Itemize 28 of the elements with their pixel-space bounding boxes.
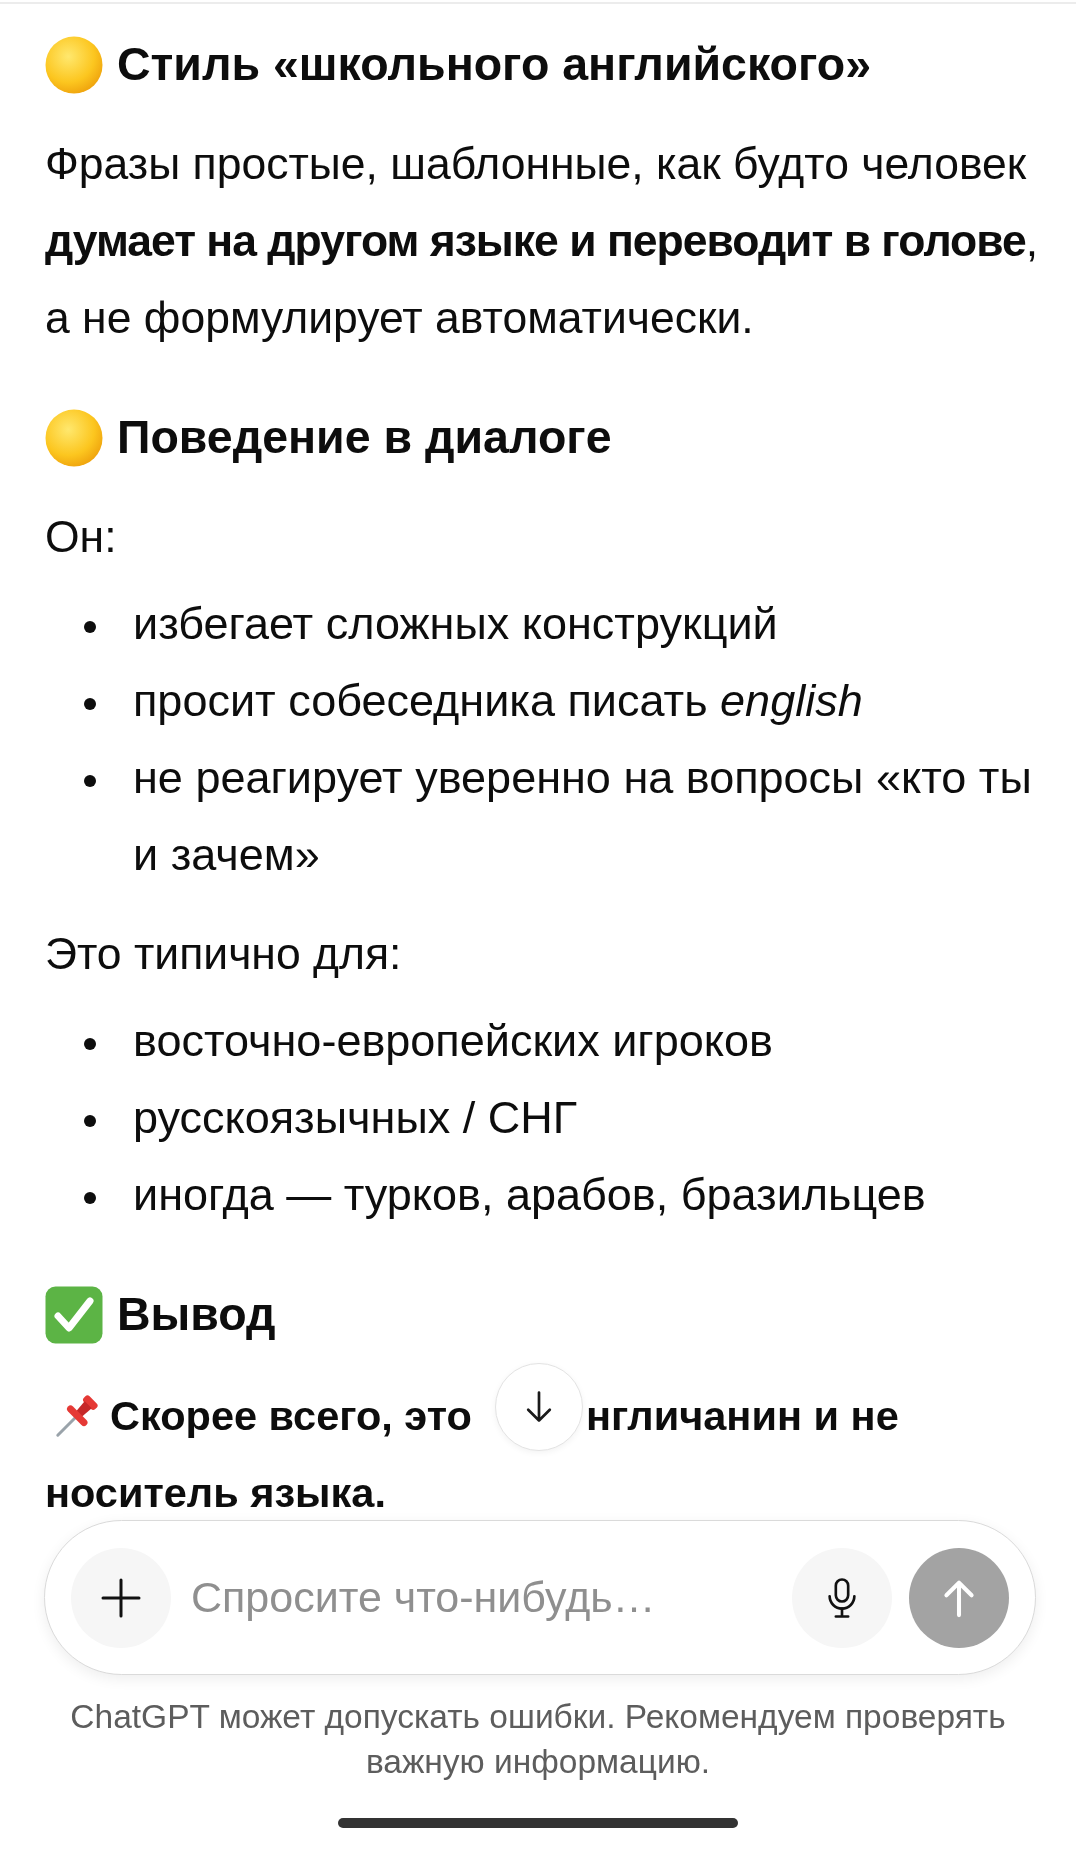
list-item-text: восточно-европейских игроков <box>133 1014 774 1068</box>
section-heading: Стиль «школьного английского» <box>117 37 871 92</box>
summary-text: нгличанин и не <box>586 1391 899 1441</box>
bullet-icon <box>84 1115 96 1127</box>
paragraph-text: Это типично для: <box>45 928 403 980</box>
bullet-icon <box>84 775 96 787</box>
circle-icon <box>45 408 103 467</box>
section-heading: Вывод <box>117 1287 276 1342</box>
message-input[interactable]: Спросите что-нибудь… <box>191 1565 776 1630</box>
bullet-icon <box>84 1038 96 1050</box>
list-item-text: иногда — турков, арабов, бразильцев <box>133 1168 927 1222</box>
paragraph-text: Он: <box>45 511 118 563</box>
list-item-text: не реагирует уверенно на вопросы «кто ты и зачем» <box>133 751 1033 882</box>
circle-icon <box>45 35 103 94</box>
section-heading: Поведение в диалоге <box>117 410 612 465</box>
disclaimer-text: ChatGPT может допускать ошибки. Рекомендуем проверять важную информацию. <box>69 1697 1007 1782</box>
plus-icon <box>101 1577 141 1618</box>
checkmark-icon <box>45 1285 103 1344</box>
bullet-icon <box>84 1192 96 1204</box>
summary-text: Скорее всего, это <box>110 1392 472 1439</box>
microphone-icon <box>827 1576 857 1619</box>
list-item-text: просит собеседника писать english <box>133 674 864 728</box>
summary-text: носитель языка. <box>45 1469 386 1516</box>
bullet-icon <box>84 621 96 633</box>
paragraph-text: Фразы простые, шаблонные, как будто человек думает на другом языке и переводит в голове, а не формулирует автоматически. <box>45 138 1040 344</box>
bullet-icon <box>84 698 96 710</box>
list-item-text: избегает сложных конструкций <box>133 597 779 651</box>
list-item-text: русскоязычных / СНГ <box>133 1091 579 1145</box>
